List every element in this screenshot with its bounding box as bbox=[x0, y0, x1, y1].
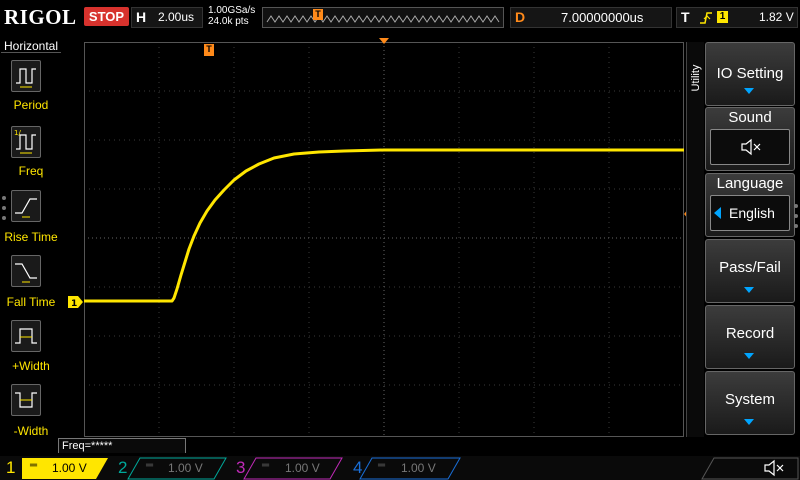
overview-waveform-icon bbox=[266, 15, 500, 23]
channel1-scale: 1.00 V bbox=[52, 461, 87, 475]
utility-tab-label: Utility bbox=[690, 64, 702, 92]
page-dot bbox=[2, 206, 6, 210]
channel2-scale: 1.00 V bbox=[168, 461, 203, 475]
frequency-counter: Freq=***** bbox=[58, 438, 186, 453]
pass-fail-label: Pass/Fail bbox=[719, 259, 781, 276]
page-dot bbox=[2, 216, 6, 220]
negative-width-button[interactable] bbox=[11, 384, 41, 416]
trigger-time-marker[interactable]: T bbox=[204, 44, 214, 56]
channel4-number: 4 bbox=[353, 458, 363, 477]
channel4-coupling-icon: ═ bbox=[378, 460, 386, 471]
fall-time-icon bbox=[15, 263, 37, 283]
sample-rate: 1.00GSa/s bbox=[208, 5, 256, 16]
page-dot bbox=[794, 204, 798, 208]
freq-icon: 1/ bbox=[14, 129, 36, 154]
freq-label: Freq bbox=[18, 164, 44, 178]
svg-text:1/: 1/ bbox=[14, 129, 21, 137]
freq-button[interactable]: 1/ bbox=[11, 126, 41, 158]
page-dot bbox=[794, 224, 798, 228]
speaker-muted-icon bbox=[741, 138, 761, 156]
channel1-coupling-icon: ═ bbox=[30, 460, 38, 471]
waveform-overview[interactable]: T bbox=[262, 7, 504, 28]
positive-width-button[interactable] bbox=[11, 320, 41, 352]
page-dot bbox=[794, 214, 798, 218]
positive-width-label: +Width bbox=[12, 359, 50, 373]
fall-time-button[interactable] bbox=[11, 255, 41, 287]
trigger-display[interactable]: T 1 1.82 V bbox=[676, 7, 798, 28]
period-button[interactable] bbox=[11, 60, 41, 92]
center-position-marker-icon bbox=[379, 38, 389, 44]
memory-depth: 24.0k pts bbox=[208, 16, 249, 27]
channel1-offset-marker-icon[interactable]: 1 bbox=[68, 296, 84, 308]
page-dot bbox=[2, 196, 6, 200]
period-label: Period bbox=[13, 98, 49, 112]
channel1-number: 1 bbox=[6, 458, 16, 477]
chevron-left-icon bbox=[714, 207, 721, 219]
language-button[interactable]: Language English bbox=[705, 173, 795, 237]
pass-fail-button[interactable]: Pass/Fail bbox=[705, 239, 795, 303]
channel1-marker-label: 1 bbox=[71, 299, 77, 308]
io-setting-button[interactable]: IO Setting bbox=[705, 42, 795, 106]
system-button[interactable]: System bbox=[705, 371, 795, 435]
left-panel-divider bbox=[1, 52, 61, 53]
horizontal-measure-title: Horizontal bbox=[3, 39, 59, 53]
rise-time-button[interactable] bbox=[11, 190, 41, 222]
chevron-down-icon bbox=[744, 88, 754, 94]
timebase-display[interactable]: H 2.00us bbox=[131, 7, 203, 28]
system-label: System bbox=[724, 391, 775, 408]
period-icon bbox=[16, 68, 36, 88]
rising-edge-icon bbox=[700, 12, 712, 24]
run-stop-status[interactable]: STOP bbox=[84, 7, 129, 26]
chevron-down-icon bbox=[744, 353, 754, 359]
channel3-scale: 1.00 V bbox=[285, 461, 320, 475]
rise-time-icon bbox=[15, 198, 37, 218]
channel2-number: 2 bbox=[118, 458, 128, 477]
language-value-box: English bbox=[710, 195, 790, 231]
language-label: Language bbox=[716, 175, 784, 192]
sound-label: Sound bbox=[728, 109, 772, 126]
negative-width-label: -Width bbox=[13, 424, 49, 438]
io-setting-label: IO Setting bbox=[716, 65, 784, 82]
overview-trigger-marker: T bbox=[313, 9, 323, 20]
trigger-label: T bbox=[681, 9, 690, 25]
trigger-level-value: 1.82 V bbox=[759, 10, 794, 24]
waveform-grid[interactable] bbox=[84, 42, 684, 437]
channel2-coupling-icon: ═ bbox=[146, 460, 154, 471]
channel4-scale: 1.00 V bbox=[401, 461, 436, 475]
record-button[interactable]: Record bbox=[705, 305, 795, 369]
sound-button[interactable]: Sound bbox=[705, 107, 795, 171]
trigger-position-value: 7.00000000us bbox=[561, 10, 644, 25]
negative-width-icon bbox=[15, 392, 37, 408]
chevron-down-icon bbox=[744, 287, 754, 293]
positive-width-icon bbox=[15, 328, 37, 344]
fall-time-label: Fall Time bbox=[6, 295, 56, 309]
trigger-position-label: D bbox=[515, 9, 526, 25]
channel3-number: 3 bbox=[236, 458, 246, 477]
utility-tab[interactable]: Utility bbox=[686, 42, 704, 437]
sound-value-box bbox=[710, 129, 790, 165]
trigger-position-display[interactable]: D 7.00000000us bbox=[510, 7, 672, 28]
speaker-muted-icon bbox=[764, 459, 784, 477]
rise-time-label: Rise Time bbox=[4, 230, 58, 244]
timebase-value: 2.00us bbox=[158, 10, 195, 24]
record-label: Record bbox=[725, 325, 775, 342]
channel3-coupling-icon: ═ bbox=[262, 460, 270, 471]
rigol-logo: RIGOL bbox=[4, 5, 77, 29]
trigger-source-badge: 1 bbox=[717, 11, 728, 23]
chevron-down-icon bbox=[744, 419, 754, 425]
timebase-label: H bbox=[136, 9, 147, 25]
language-value: English bbox=[729, 205, 775, 221]
